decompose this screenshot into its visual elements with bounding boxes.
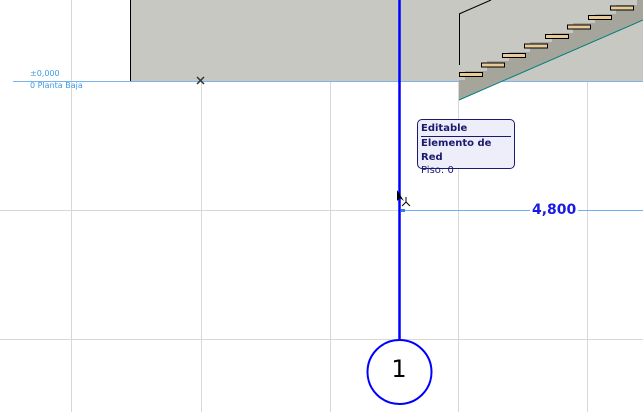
level-elevation: ±0,000	[30, 69, 60, 78]
grid-marker-label[interactable]: 1	[385, 355, 413, 383]
tooltip-title: Editable	[421, 123, 468, 134]
level-name: 0 Planta Baja	[30, 81, 83, 90]
tooltip-story: Piso: 0	[421, 165, 454, 176]
tooltip-element: Elemento de Red	[421, 138, 492, 163]
dimension-value[interactable]: 4,800	[530, 202, 579, 218]
element-tooltip: Editable Elemento de Red Piso: 0	[417, 119, 515, 176]
